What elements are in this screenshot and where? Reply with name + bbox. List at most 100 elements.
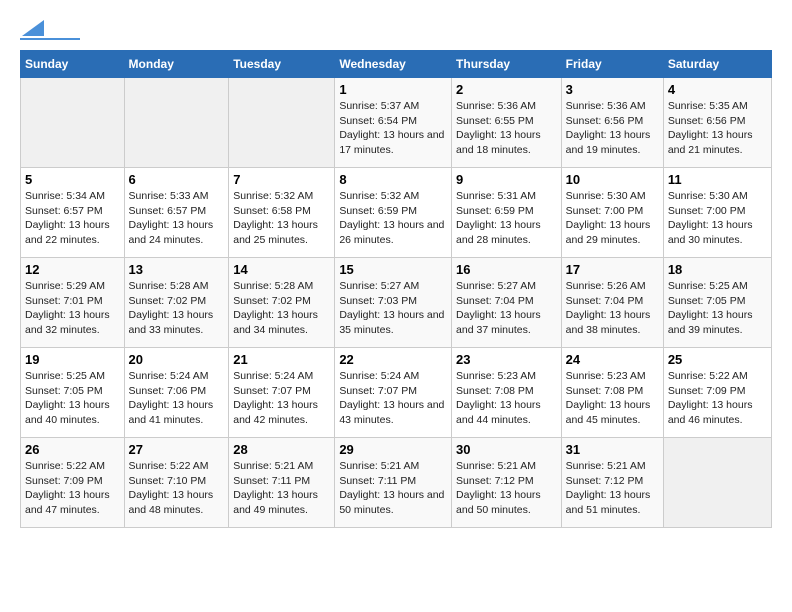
calendar-table: SundayMondayTuesdayWednesdayThursdayFrid… (20, 50, 772, 528)
header-friday: Friday (561, 51, 663, 78)
day-info: Sunrise: 5:21 AM Sunset: 7:12 PM Dayligh… (456, 459, 557, 518)
day-info: Sunrise: 5:36 AM Sunset: 6:56 PM Dayligh… (566, 99, 659, 158)
day-number: 31 (566, 442, 659, 457)
day-info: Sunrise: 5:26 AM Sunset: 7:04 PM Dayligh… (566, 279, 659, 338)
day-number: 7 (233, 172, 330, 187)
day-number: 1 (339, 82, 447, 97)
day-cell: 20 Sunrise: 5:24 AM Sunset: 7:06 PM Dayl… (124, 348, 229, 438)
day-cell: 14 Sunrise: 5:28 AM Sunset: 7:02 PM Dayl… (229, 258, 335, 348)
day-cell: 26 Sunrise: 5:22 AM Sunset: 7:09 PM Dayl… (21, 438, 125, 528)
day-cell: 23 Sunrise: 5:23 AM Sunset: 7:08 PM Dayl… (452, 348, 562, 438)
day-cell: 29 Sunrise: 5:21 AM Sunset: 7:11 PM Dayl… (335, 438, 452, 528)
day-number: 4 (668, 82, 767, 97)
day-number: 3 (566, 82, 659, 97)
day-number: 14 (233, 262, 330, 277)
day-info: Sunrise: 5:27 AM Sunset: 7:04 PM Dayligh… (456, 279, 557, 338)
day-info: Sunrise: 5:32 AM Sunset: 6:59 PM Dayligh… (339, 189, 447, 248)
header-tuesday: Tuesday (229, 51, 335, 78)
day-cell: 18 Sunrise: 5:25 AM Sunset: 7:05 PM Dayl… (663, 258, 771, 348)
day-cell: 28 Sunrise: 5:21 AM Sunset: 7:11 PM Dayl… (229, 438, 335, 528)
day-number: 24 (566, 352, 659, 367)
week-row-4: 19 Sunrise: 5:25 AM Sunset: 7:05 PM Dayl… (21, 348, 772, 438)
day-info: Sunrise: 5:22 AM Sunset: 7:09 PM Dayligh… (25, 459, 120, 518)
day-number: 22 (339, 352, 447, 367)
day-info: Sunrise: 5:24 AM Sunset: 7:07 PM Dayligh… (233, 369, 330, 428)
header-saturday: Saturday (663, 51, 771, 78)
day-cell: 21 Sunrise: 5:24 AM Sunset: 7:07 PM Dayl… (229, 348, 335, 438)
logo-bird-icon (22, 20, 44, 36)
day-cell: 19 Sunrise: 5:25 AM Sunset: 7:05 PM Dayl… (21, 348, 125, 438)
day-info: Sunrise: 5:37 AM Sunset: 6:54 PM Dayligh… (339, 99, 447, 158)
day-cell: 27 Sunrise: 5:22 AM Sunset: 7:10 PM Dayl… (124, 438, 229, 528)
day-cell (663, 438, 771, 528)
day-cell: 24 Sunrise: 5:23 AM Sunset: 7:08 PM Dayl… (561, 348, 663, 438)
day-cell: 16 Sunrise: 5:27 AM Sunset: 7:04 PM Dayl… (452, 258, 562, 348)
day-info: Sunrise: 5:23 AM Sunset: 7:08 PM Dayligh… (566, 369, 659, 428)
header-sunday: Sunday (21, 51, 125, 78)
day-info: Sunrise: 5:22 AM Sunset: 7:10 PM Dayligh… (129, 459, 225, 518)
day-info: Sunrise: 5:36 AM Sunset: 6:55 PM Dayligh… (456, 99, 557, 158)
day-cell (124, 78, 229, 168)
day-cell: 3 Sunrise: 5:36 AM Sunset: 6:56 PM Dayli… (561, 78, 663, 168)
day-cell: 13 Sunrise: 5:28 AM Sunset: 7:02 PM Dayl… (124, 258, 229, 348)
week-row-3: 12 Sunrise: 5:29 AM Sunset: 7:01 PM Dayl… (21, 258, 772, 348)
day-cell (229, 78, 335, 168)
day-cell: 1 Sunrise: 5:37 AM Sunset: 6:54 PM Dayli… (335, 78, 452, 168)
day-cell: 5 Sunrise: 5:34 AM Sunset: 6:57 PM Dayli… (21, 168, 125, 258)
day-info: Sunrise: 5:22 AM Sunset: 7:09 PM Dayligh… (668, 369, 767, 428)
day-number: 20 (129, 352, 225, 367)
day-info: Sunrise: 5:28 AM Sunset: 7:02 PM Dayligh… (129, 279, 225, 338)
day-cell: 9 Sunrise: 5:31 AM Sunset: 6:59 PM Dayli… (452, 168, 562, 258)
day-number: 27 (129, 442, 225, 457)
day-number: 28 (233, 442, 330, 457)
day-info: Sunrise: 5:31 AM Sunset: 6:59 PM Dayligh… (456, 189, 557, 248)
day-info: Sunrise: 5:21 AM Sunset: 7:11 PM Dayligh… (233, 459, 330, 518)
day-info: Sunrise: 5:25 AM Sunset: 7:05 PM Dayligh… (25, 369, 120, 428)
week-row-5: 26 Sunrise: 5:22 AM Sunset: 7:09 PM Dayl… (21, 438, 772, 528)
header-monday: Monday (124, 51, 229, 78)
day-cell: 6 Sunrise: 5:33 AM Sunset: 6:57 PM Dayli… (124, 168, 229, 258)
day-number: 6 (129, 172, 225, 187)
day-info: Sunrise: 5:28 AM Sunset: 7:02 PM Dayligh… (233, 279, 330, 338)
day-info: Sunrise: 5:33 AM Sunset: 6:57 PM Dayligh… (129, 189, 225, 248)
day-number: 2 (456, 82, 557, 97)
day-number: 19 (25, 352, 120, 367)
day-info: Sunrise: 5:30 AM Sunset: 7:00 PM Dayligh… (566, 189, 659, 248)
day-number: 26 (25, 442, 120, 457)
day-number: 25 (668, 352, 767, 367)
day-number: 9 (456, 172, 557, 187)
day-number: 11 (668, 172, 767, 187)
day-cell: 22 Sunrise: 5:24 AM Sunset: 7:07 PM Dayl… (335, 348, 452, 438)
day-cell (21, 78, 125, 168)
header-wednesday: Wednesday (335, 51, 452, 78)
day-cell: 4 Sunrise: 5:35 AM Sunset: 6:56 PM Dayli… (663, 78, 771, 168)
day-info: Sunrise: 5:23 AM Sunset: 7:08 PM Dayligh… (456, 369, 557, 428)
day-info: Sunrise: 5:27 AM Sunset: 7:03 PM Dayligh… (339, 279, 447, 338)
day-info: Sunrise: 5:32 AM Sunset: 6:58 PM Dayligh… (233, 189, 330, 248)
day-info: Sunrise: 5:35 AM Sunset: 6:56 PM Dayligh… (668, 99, 767, 158)
day-number: 15 (339, 262, 447, 277)
day-number: 23 (456, 352, 557, 367)
day-info: Sunrise: 5:25 AM Sunset: 7:05 PM Dayligh… (668, 279, 767, 338)
day-number: 12 (25, 262, 120, 277)
day-cell: 31 Sunrise: 5:21 AM Sunset: 7:12 PM Dayl… (561, 438, 663, 528)
header-thursday: Thursday (452, 51, 562, 78)
calendar-header-row: SundayMondayTuesdayWednesdayThursdayFrid… (21, 51, 772, 78)
day-cell: 12 Sunrise: 5:29 AM Sunset: 7:01 PM Dayl… (21, 258, 125, 348)
day-info: Sunrise: 5:34 AM Sunset: 6:57 PM Dayligh… (25, 189, 120, 248)
day-number: 5 (25, 172, 120, 187)
day-info: Sunrise: 5:21 AM Sunset: 7:11 PM Dayligh… (339, 459, 447, 518)
day-cell: 7 Sunrise: 5:32 AM Sunset: 6:58 PM Dayli… (229, 168, 335, 258)
day-cell: 2 Sunrise: 5:36 AM Sunset: 6:55 PM Dayli… (452, 78, 562, 168)
day-cell: 15 Sunrise: 5:27 AM Sunset: 7:03 PM Dayl… (335, 258, 452, 348)
day-number: 8 (339, 172, 447, 187)
day-info: Sunrise: 5:29 AM Sunset: 7:01 PM Dayligh… (25, 279, 120, 338)
day-info: Sunrise: 5:24 AM Sunset: 7:07 PM Dayligh… (339, 369, 447, 428)
logo (20, 20, 80, 40)
day-cell: 8 Sunrise: 5:32 AM Sunset: 6:59 PM Dayli… (335, 168, 452, 258)
day-cell: 10 Sunrise: 5:30 AM Sunset: 7:00 PM Dayl… (561, 168, 663, 258)
week-row-1: 1 Sunrise: 5:37 AM Sunset: 6:54 PM Dayli… (21, 78, 772, 168)
day-cell: 17 Sunrise: 5:26 AM Sunset: 7:04 PM Dayl… (561, 258, 663, 348)
day-number: 29 (339, 442, 447, 457)
day-info: Sunrise: 5:24 AM Sunset: 7:06 PM Dayligh… (129, 369, 225, 428)
